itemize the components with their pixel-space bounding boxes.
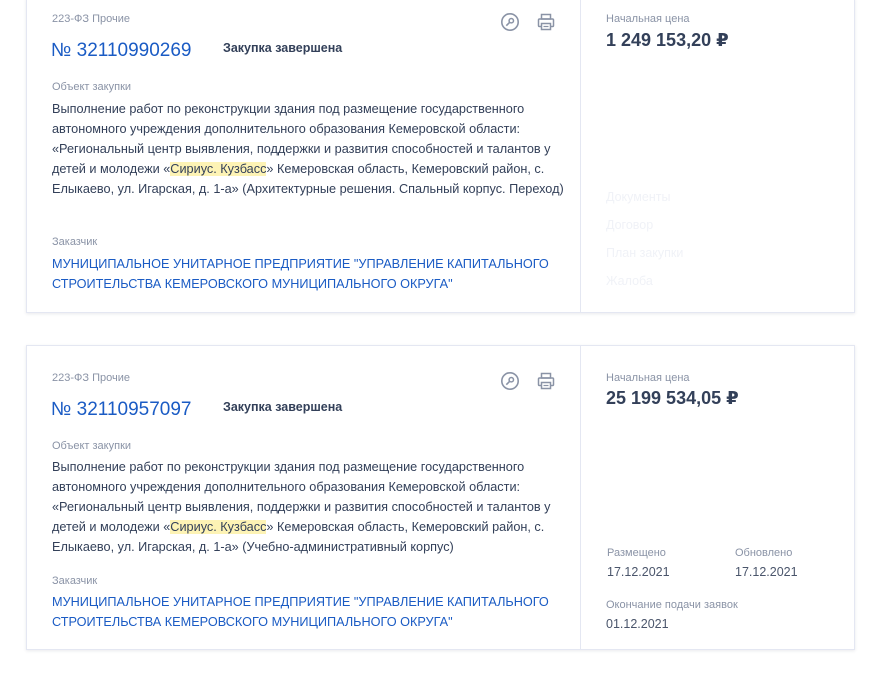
printer-icon[interactable] — [536, 371, 556, 396]
customer-label: Заказчик — [52, 236, 98, 248]
updated-date: 17.12.2021 — [735, 565, 798, 579]
search-highlight: Сириус. Кузбасс — [170, 520, 267, 534]
price-label: Начальная цена — [606, 13, 690, 25]
deadline-date: 01.12.2021 — [606, 617, 669, 631]
customer-link[interactable]: МУНИЦИПАЛЬНОЕ УНИТАРНОЕ ПРЕДПРИЯТИЕ "УПР… — [52, 592, 572, 632]
customer-link[interactable]: МУНИЦИПАЛЬНОЕ УНИТАРНОЕ ПРЕДПРИЯТИЕ "УПР… — [52, 254, 572, 294]
card-side: Начальная цена 25 199 534,05 ₽ Размещено… — [580, 346, 854, 649]
printer-icon[interactable] — [536, 12, 556, 37]
card-side: Начальная цена 1 249 153,20 ₽ Документы … — [580, 0, 854, 312]
card-main: 223-ФЗ Прочие № 32110990269 Закупка заве… — [27, 0, 580, 312]
purchase-card: 223-ФЗ Прочие № 32110990269 Закупка заве… — [26, 0, 855, 313]
updated-label: Обновлено — [735, 547, 793, 559]
deadline-label: Окончание подачи заявок — [606, 599, 738, 611]
purchase-number-link[interactable]: № 32110990269 — [51, 40, 192, 62]
customer-label: Заказчик — [52, 575, 98, 587]
posted-label: Размещено — [607, 547, 666, 559]
search-highlight: Сириус. Кузбасс — [170, 162, 267, 176]
contract-link[interactable]: Договор — [606, 218, 653, 232]
status-badge: Закупка завершена — [223, 400, 343, 414]
purchase-number-link[interactable]: № 32110957097 — [51, 399, 192, 421]
purchase-description: Выполнение работ по реконструкции здания… — [52, 457, 572, 557]
card-main: 223-ФЗ Прочие № 32110957097 Закупка заве… — [27, 346, 580, 649]
complaint-link[interactable]: Жалоба — [606, 274, 653, 288]
price-label: Начальная цена — [606, 372, 690, 384]
posted-date: 17.12.2021 — [607, 565, 670, 579]
price-value: 25 199 534,05 ₽ — [606, 388, 739, 408]
status-badge: Закупка завершена — [223, 41, 343, 55]
law-type: 223-ФЗ Прочие — [52, 372, 130, 384]
price-value: 1 249 153,20 ₽ — [606, 30, 729, 50]
purchase-card: 223-ФЗ Прочие № 32110957097 Закупка заве… — [26, 345, 855, 650]
clock-key-icon[interactable] — [500, 371, 520, 396]
documents-link[interactable]: Документы — [606, 190, 670, 204]
law-type: 223-ФЗ Прочие — [52, 13, 130, 25]
purchase-description: Выполнение работ по реконструкции здания… — [52, 99, 572, 199]
purchase-plan-link[interactable]: План закупки — [606, 246, 683, 260]
object-label: Объект закупки — [52, 81, 132, 93]
object-label: Объект закупки — [52, 440, 132, 452]
clock-key-icon[interactable] — [500, 12, 520, 37]
